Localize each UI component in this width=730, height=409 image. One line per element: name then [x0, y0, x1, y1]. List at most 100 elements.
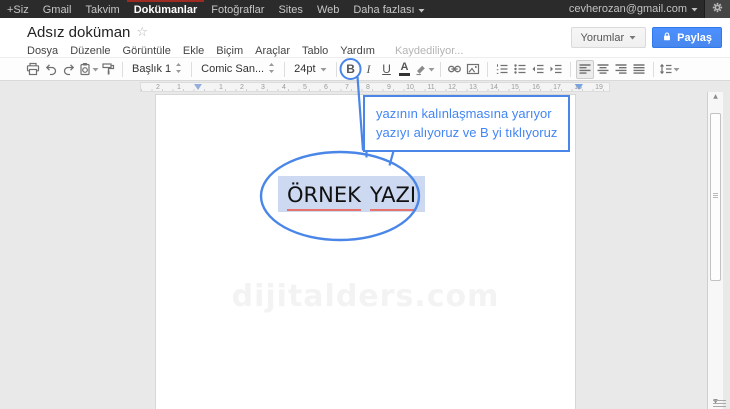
bold-button[interactable]: B	[342, 60, 360, 79]
link-icon	[447, 62, 462, 76]
caret-down-icon	[691, 7, 698, 12]
outdent-icon	[531, 62, 545, 76]
comments-button[interactable]: Yorumlar	[570, 27, 647, 48]
ruler-number: 11	[427, 84, 435, 91]
caret-down-icon	[673, 67, 680, 72]
scrollbar-thumb[interactable]	[710, 113, 721, 281]
account-menu[interactable]: cevherozan@gmail.com	[569, 3, 704, 15]
nav-item-web[interactable]: Web	[310, 0, 346, 18]
ruler-number: 16	[532, 84, 540, 91]
star-icon[interactable]: ☆	[136, 26, 148, 39]
align-right-icon	[614, 62, 628, 76]
undo-icon	[44, 62, 58, 76]
redo-icon	[62, 62, 76, 76]
toolbar-separator	[486, 61, 488, 77]
indent-button[interactable]	[547, 60, 565, 79]
caret-down-icon	[428, 67, 435, 72]
redo-button[interactable]	[60, 60, 78, 79]
highlight-color-button[interactable]	[414, 60, 435, 79]
toolbar-separator	[122, 61, 123, 77]
share-button[interactable]: Paylaş	[652, 27, 722, 48]
text-color-button[interactable]: A	[396, 60, 414, 79]
watermark: dijitalders.com	[231, 279, 500, 314]
scroll-up-arrow[interactable]: ▲	[708, 92, 723, 102]
justify-button[interactable]	[630, 60, 648, 79]
outdent-button[interactable]	[529, 60, 547, 79]
scroll-corner-widget[interactable]	[713, 400, 726, 407]
vertical-scrollbar[interactable]: ▲ ▼	[707, 92, 723, 409]
toolbar-separator	[335, 61, 337, 77]
ruler-number: 9	[387, 84, 391, 91]
justify-icon	[632, 62, 646, 76]
nav-item-takvim[interactable]: Takvim	[78, 0, 126, 18]
ruler-number: 2	[156, 84, 160, 91]
paint-format-icon	[101, 62, 115, 76]
updown-icon	[268, 62, 275, 77]
settings-button[interactable]	[704, 0, 730, 18]
web-clipboard-icon	[78, 62, 92, 76]
font-family-dropdown[interactable]: Comic San...	[197, 60, 279, 79]
ruler-number: 6	[324, 84, 328, 91]
selected-word: YAZI	[369, 183, 417, 211]
numbered-list-icon	[495, 62, 509, 76]
topbar-right: cevherozan@gmail.com	[569, 0, 730, 18]
ruler-number: 13	[469, 84, 477, 91]
web-clipboard-button[interactable]	[78, 60, 99, 79]
insert-image-button[interactable]	[464, 60, 482, 79]
ruler-number: 17	[553, 84, 561, 91]
toolbar-separator	[439, 61, 441, 77]
ruler-number: 2	[240, 84, 244, 91]
document-title[interactable]: Adsız doküman	[27, 24, 130, 41]
align-right-button[interactable]	[612, 60, 630, 79]
align-left-icon	[578, 62, 592, 76]
image-icon	[466, 62, 480, 76]
ruler-number: 8	[366, 84, 370, 91]
bulleted-list-button[interactable]	[511, 60, 529, 79]
bulleted-list-icon	[513, 62, 527, 76]
nav-item-dokumanlar[interactable]: Dokümanlar	[126, 0, 205, 18]
line-spacing-button[interactable]	[659, 60, 680, 79]
numbered-list-button[interactable]	[493, 60, 511, 79]
nav-item-fotograflar[interactable]: Fotoğraflar	[204, 0, 271, 18]
ruler-number: 3	[261, 84, 265, 91]
ruler-number: 1	[219, 84, 223, 91]
font-size-dropdown[interactable]: 24pt	[290, 60, 330, 79]
caret-down-icon	[320, 67, 327, 72]
line-spacing-icon	[659, 62, 673, 76]
nav-item-siz[interactable]: +Siz	[0, 0, 36, 18]
ruler-number: 12	[448, 84, 456, 91]
selected-word: ÖRNEK	[287, 183, 361, 211]
toolbar-separator	[652, 61, 654, 77]
italic-button[interactable]: I	[360, 60, 378, 79]
share-label: Paylaş	[677, 31, 712, 44]
updown-icon	[175, 62, 182, 77]
print-button[interactable]	[24, 60, 42, 79]
style-value: Başlık 1	[132, 63, 172, 75]
gear-icon	[711, 1, 724, 17]
text-color-icon: A	[400, 61, 409, 73]
paragraph-style-dropdown[interactable]: Başlık 1	[128, 60, 186, 79]
ruler-number: 19	[595, 84, 603, 91]
ruler-number: 14	[490, 84, 498, 91]
toolbar-separator	[284, 61, 286, 77]
font-size-value: 24pt	[294, 63, 316, 75]
nav-item-daha-fazlasi[interactable]: Daha fazlası	[346, 0, 431, 18]
insert-link-button[interactable]	[446, 60, 464, 79]
nav-item-sites[interactable]: Sites	[271, 0, 309, 18]
selected-text[interactable]: ÖRNEK YAZI	[278, 176, 426, 212]
annotation-callout: yazının kalınlaşmasına yarıyor yazıyı al…	[363, 95, 570, 152]
underline-button[interactable]: U	[378, 60, 396, 79]
callout-line-1: yazının kalınlaşmasına yarıyor	[376, 106, 552, 121]
document-header: Adsız doküman ☆ Dosya Düzenle Görüntüle …	[0, 18, 730, 57]
undo-button[interactable]	[42, 60, 60, 79]
nav-more-label: Daha fazlası	[353, 4, 415, 16]
left-indent-marker[interactable]	[194, 84, 202, 90]
align-center-button[interactable]	[594, 60, 612, 79]
right-indent-marker[interactable]	[575, 84, 583, 90]
align-left-button[interactable]	[575, 59, 594, 79]
paint-format-button[interactable]	[99, 60, 117, 79]
toolbar-separator	[191, 61, 193, 77]
ruler-number: 4	[282, 84, 286, 91]
ruler-number: 10	[406, 84, 414, 91]
nav-item-gmail[interactable]: Gmail	[36, 0, 79, 18]
